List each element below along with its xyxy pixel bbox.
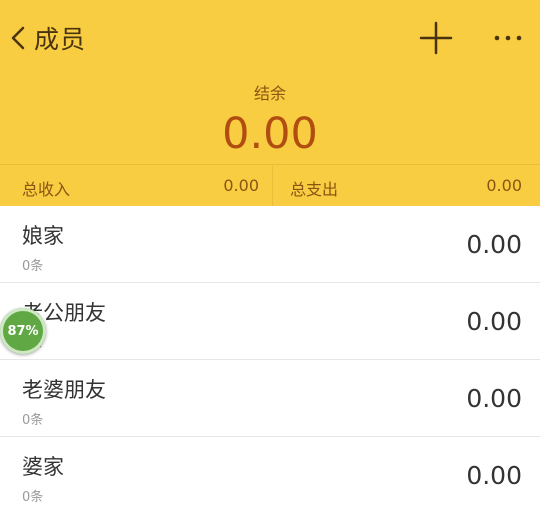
member-count: 0条 [22, 413, 44, 428]
balance-value: 0.00 [222, 109, 318, 159]
summary-bar: 总收入 0.00 总支出 0.00 [0, 164, 540, 206]
total-expense-label: 总支出 [290, 180, 339, 199]
page-title: 成员 [34, 25, 87, 54]
member-amount: 0.00 [466, 230, 522, 259]
member-list: 娘家 0条 0.00 老公朋友 0条 0.00 老婆朋友 0条 0.00 婆家 … [0, 206, 540, 514]
summary-divider [272, 165, 273, 206]
add-button[interactable] [416, 18, 456, 58]
floating-battery-widget[interactable]: 87% [0, 308, 46, 354]
total-income-value: 0.00 [223, 176, 259, 195]
top-bar: 成员 [0, 0, 540, 76]
floating-widget-text: 87% [7, 323, 39, 339]
chevron-left-icon [8, 24, 28, 52]
member-item[interactable]: 娘家 0条 0.00 [0, 206, 540, 283]
more-horizontal-icon [488, 35, 528, 62]
plus-icon [416, 21, 456, 62]
member-amount: 0.00 [466, 384, 522, 413]
member-amount: 0.00 [466, 307, 522, 336]
member-name: 老婆朋友 [22, 378, 106, 402]
member-name: 娘家 [22, 224, 64, 248]
member-item[interactable]: 老公朋友 0条 0.00 [0, 283, 540, 360]
member-item[interactable]: 老婆朋友 0条 0.00 [0, 360, 540, 437]
more-button[interactable] [488, 18, 528, 58]
member-name: 婆家 [22, 455, 64, 479]
total-expense-value: 0.00 [486, 176, 522, 195]
member-count: 0条 [22, 490, 44, 505]
total-income-label: 总收入 [22, 180, 71, 199]
member-amount: 0.00 [466, 461, 522, 490]
balance-label: 结余 [253, 84, 286, 103]
header: 成员 结余 0.00 总收入 0.00 总支出 0.00 [0, 0, 540, 206]
member-item[interactable]: 婆家 0条 0.00 [0, 437, 540, 514]
member-count: 0条 [22, 259, 44, 274]
back-button[interactable]: 成员 [8, 14, 86, 62]
